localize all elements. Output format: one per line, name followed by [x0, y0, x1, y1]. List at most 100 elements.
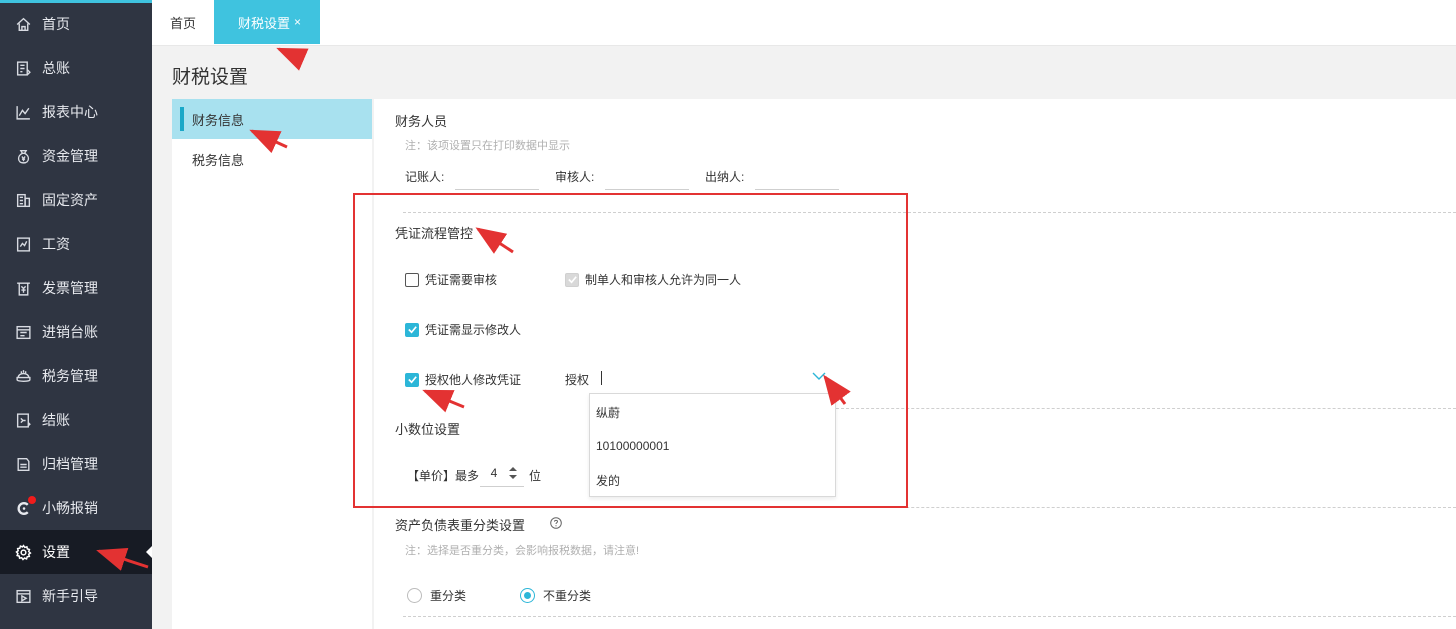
reviewer-input[interactable]: [605, 189, 689, 190]
cashier-label: 出纳人:: [705, 170, 745, 184]
sidebar-item-label: 总账: [42, 60, 70, 76]
sidebar-item-invoice[interactable]: 发票管理: [0, 266, 152, 310]
page-title: 财税设置: [172, 67, 249, 88]
building-icon: [0, 192, 42, 209]
home-icon: [0, 16, 42, 33]
checkout-icon: [0, 412, 42, 429]
dropdown-option[interactable]: 10100000001: [590, 429, 835, 463]
divider: [403, 616, 1456, 617]
sidebar-item-ledger[interactable]: 总账: [0, 46, 152, 90]
ledger-icon: [0, 60, 42, 77]
sidebar-item-label: 结账: [42, 412, 70, 428]
checkbox-box: [405, 322, 419, 337]
reimburse-icon: [0, 500, 42, 517]
decimal-suffix: 位: [529, 469, 542, 483]
authorize-label: 授权: [565, 373, 590, 387]
reclassify-label: 重分类: [430, 589, 467, 603]
no-reclassify-label: 不重分类: [543, 589, 592, 603]
authorize-dropdown: 纵蔚 10100000001 发的: [589, 393, 836, 497]
reviewer-label: 审核人:: [555, 170, 595, 184]
sidebar-item-settings[interactable]: 设置: [0, 530, 152, 574]
sidebar-item-label: 首页: [42, 16, 70, 32]
sidebar-item-reimburse[interactable]: 小畅报销: [0, 486, 152, 530]
authorize-select[interactable]: [600, 366, 836, 390]
decimal-title: 小数位设置: [395, 422, 461, 437]
chevron-up-icon[interactable]: [508, 466, 518, 472]
sidebar-item-fixed-assets[interactable]: 固定资产: [0, 178, 152, 222]
divider: [836, 507, 1456, 508]
stepper-arrows[interactable]: [508, 466, 518, 480]
sidebar-item-label: 新手引导: [42, 588, 98, 604]
close-icon[interactable]: ×: [294, 15, 301, 29]
chevron-down-icon[interactable]: [508, 474, 518, 480]
sidebar-item-tax[interactable]: 税务管理: [0, 354, 152, 398]
same-person-label: 制单人和审核人允许为同一人: [585, 273, 742, 287]
tax-icon: [0, 368, 42, 385]
sidebar-item-label: 小畅报销: [42, 500, 98, 516]
require-review-label: 凭证需要审核: [425, 273, 498, 287]
sidebar-item-label: 资金管理: [42, 148, 98, 164]
sidebar: 首页 总账 报表中心 资金管理 固定资产 工资 发票管理 进销台账 税务管理 结…: [0, 0, 152, 629]
annotation-arrow: [276, 47, 309, 71]
checkbox-box: [405, 272, 419, 287]
inventory-icon: [0, 324, 42, 341]
dropdown-option[interactable]: 纵蔚: [590, 395, 835, 429]
authorize-others-label: 授权他人修改凭证: [425, 373, 522, 387]
tab-home-label: 首页: [170, 15, 197, 31]
decimal-stepper[interactable]: 4: [480, 459, 524, 487]
check-icon: [567, 276, 577, 284]
settings-content: 财务人员 注：该项设置只在打印数据中显示 记账人: 审核人: 出纳人: 凭证流程…: [374, 99, 1456, 629]
sidebar-item-reports[interactable]: 报表中心: [0, 90, 152, 134]
help-icon[interactable]: [550, 517, 562, 529]
radio-circle: [520, 588, 535, 603]
settings-submenu: 财务信息 税务信息: [172, 99, 372, 629]
submenu-item-label: 财务信息: [192, 112, 245, 128]
reclassify-radio[interactable]: 重分类: [407, 587, 466, 604]
checkbox-box: [405, 372, 419, 387]
sidebar-item-salary[interactable]: 工资: [0, 222, 152, 266]
sidebar-item-checkout[interactable]: 结账: [0, 398, 152, 442]
sidebar-item-label: 税务管理: [42, 368, 98, 384]
sidebar-item-guide[interactable]: 新手引导: [0, 574, 152, 618]
bookkeeper-input[interactable]: [455, 189, 539, 190]
sidebar-item-label: 工资: [42, 236, 70, 252]
same-person-checkbox[interactable]: 制单人和审核人允许为同一人: [565, 271, 741, 288]
submenu-item-label: 税务信息: [192, 152, 245, 168]
checkbox-box: [565, 272, 579, 287]
guide-icon: [0, 588, 42, 605]
gear-icon: [0, 543, 42, 561]
radio-circle: [407, 588, 422, 603]
sidebar-item-funds[interactable]: 资金管理: [0, 134, 152, 178]
sidebar-item-inventory[interactable]: 进销台账: [0, 310, 152, 354]
tab-tax-settings[interactable]: 财税设置 ×: [214, 0, 320, 44]
sidebar-item-archive[interactable]: 归档管理: [0, 442, 152, 486]
show-modifier-label: 凭证需显示修改人: [425, 323, 522, 337]
finance-staff-title: 财务人员: [395, 114, 448, 129]
authorize-others-checkbox[interactable]: 授权他人修改凭证: [405, 371, 521, 388]
divider: [836, 408, 1456, 409]
require-review-checkbox[interactable]: 凭证需要审核: [405, 271, 497, 288]
check-icon: [407, 376, 417, 384]
cashier-input[interactable]: [755, 189, 839, 190]
sidebar-item-label: 发票管理: [42, 280, 98, 296]
sidebar-item-label: 设置: [42, 544, 70, 560]
tab-home[interactable]: 首页: [170, 0, 196, 44]
divider: [403, 212, 1456, 213]
check-icon: [407, 326, 417, 334]
decimal-prefix: 【单价】最多: [407, 469, 480, 483]
voucher-flow-title: 凭证流程管控: [395, 226, 474, 241]
sidebar-item-label: 报表中心: [42, 104, 98, 120]
invoice-icon: [0, 280, 42, 297]
tab-tax-settings-label: 财税设置: [238, 15, 291, 31]
no-reclassify-radio[interactable]: 不重分类: [520, 587, 591, 604]
dropdown-option[interactable]: 发的: [590, 463, 835, 497]
submenu-item-tax-info[interactable]: 税务信息: [172, 139, 372, 179]
text-caret: [601, 371, 602, 385]
show-modifier-checkbox[interactable]: 凭证需显示修改人: [405, 321, 521, 338]
chevron-down-icon[interactable]: [812, 371, 826, 381]
submenu-item-finance-info[interactable]: 财务信息: [172, 99, 372, 139]
report-chart-icon: [0, 104, 42, 121]
balance-sheet-note: 注：选择是否重分类，会影响报税数据，请注意!: [405, 545, 640, 557]
notification-dot: [28, 496, 36, 504]
sidebar-item-home[interactable]: 首页: [0, 2, 152, 46]
